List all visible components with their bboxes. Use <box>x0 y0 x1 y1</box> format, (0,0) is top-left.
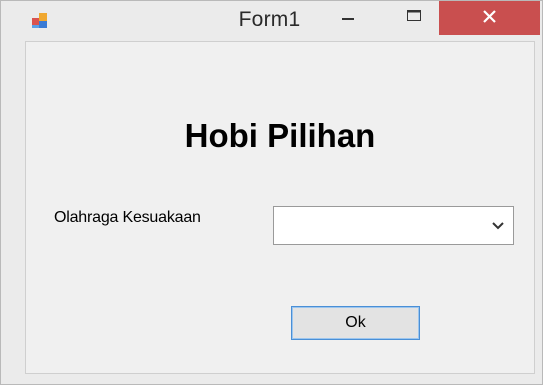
close-button[interactable] <box>439 1 540 35</box>
form-window: Form1 Hobi Pilihan Olahraga Kesuakaan Ok <box>0 0 543 385</box>
form-client-area: Hobi Pilihan Olahraga Kesuakaan Ok <box>25 41 535 374</box>
maximize-button[interactable] <box>391 2 437 33</box>
chevron-down-icon[interactable] <box>491 219 505 233</box>
minimize-button[interactable] <box>326 2 372 33</box>
maximize-icon <box>407 10 421 21</box>
title-bar[interactable]: Form1 <box>1 1 542 37</box>
ok-button[interactable]: Ok <box>291 306 420 340</box>
minimize-icon <box>342 18 354 20</box>
close-icon <box>483 10 496 23</box>
sport-combobox[interactable] <box>273 206 514 245</box>
page-title: Hobi Pilihan <box>184 117 376 154</box>
sport-label: Olahraga Kesuakaan <box>54 209 201 226</box>
